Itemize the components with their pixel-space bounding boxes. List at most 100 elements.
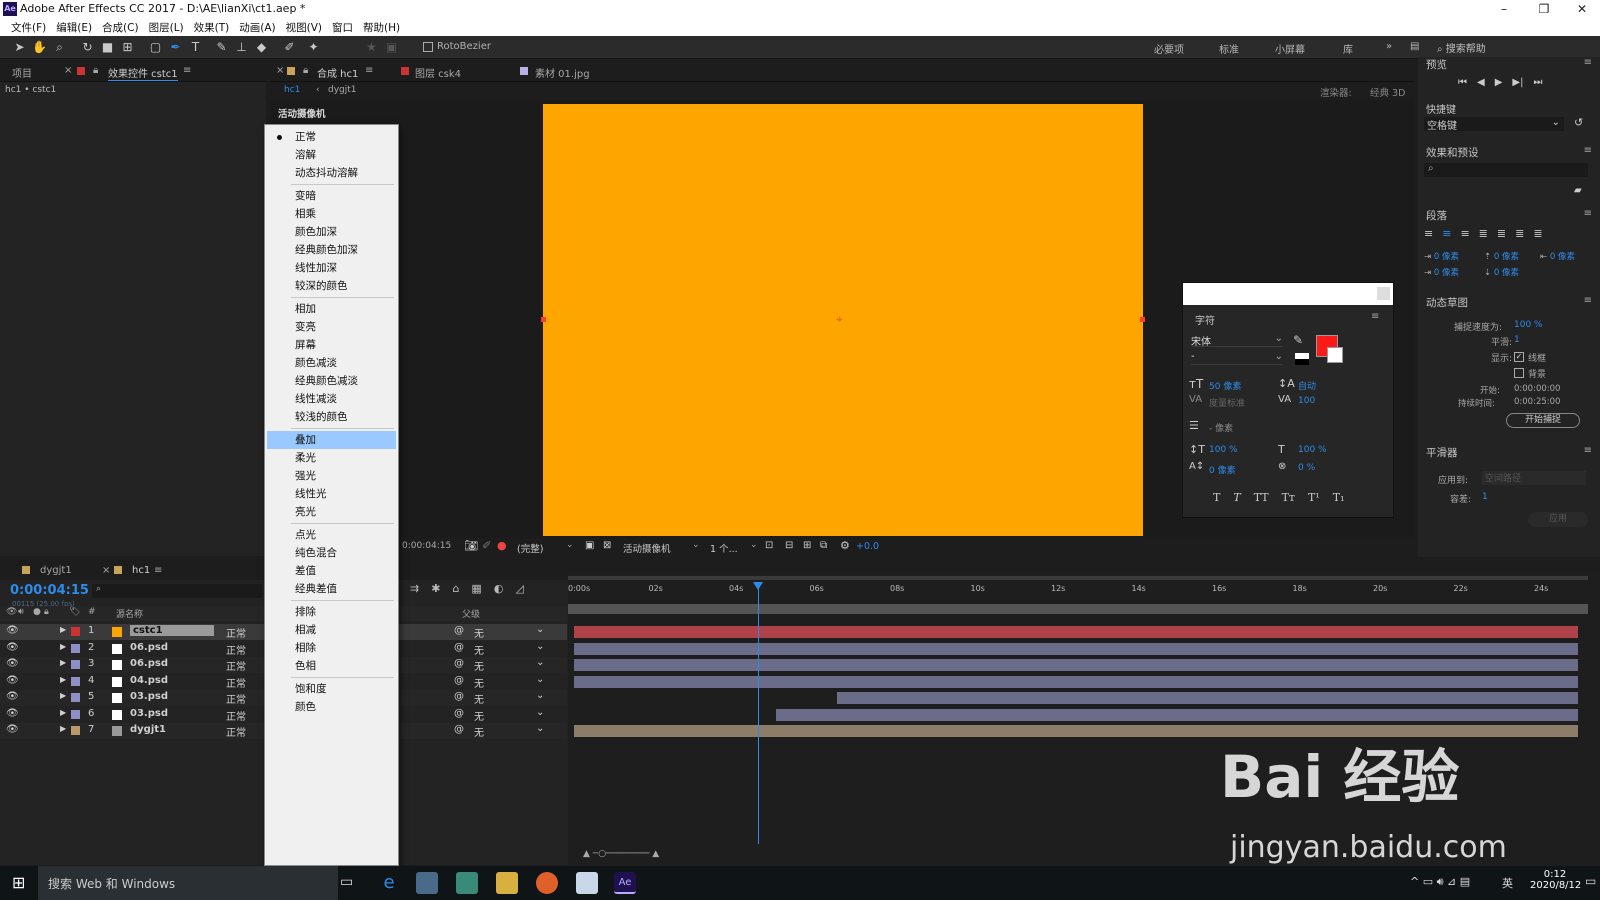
blend-mode-option[interactable]: 颜色: [267, 698, 396, 716]
expand-triangle-icon[interactable]: ▶: [60, 724, 66, 733]
parent-pickwhip-icon[interactable]: @: [454, 625, 464, 636]
toggle-pixel-aspect-icon[interactable]: ⊡: [765, 540, 773, 551]
playhead-handle[interactable]: [753, 582, 763, 590]
exposure-value[interactable]: +0.0: [856, 541, 879, 552]
tolerance-value[interactable]: 1: [1482, 492, 1488, 502]
tab-footage-01[interactable]: 素材 01.jpg: [535, 65, 590, 80]
horizontal-scale-value[interactable]: 100 %: [1298, 445, 1327, 455]
panel-menu-icon[interactable]: ≡: [1584, 145, 1592, 156]
puppet-pin-tool-icon[interactable]: ✦: [306, 40, 321, 55]
blend-mode-option[interactable]: 屏幕: [267, 336, 396, 354]
current-time[interactable]: 0:00:04:15: [10, 583, 89, 598]
shortcut-select[interactable]: 空格键 ⌄: [1424, 117, 1564, 132]
flowchart-icon[interactable]: ⧉: [820, 540, 827, 551]
smoothing-value[interactable]: 1: [1514, 335, 1520, 345]
app-icon-3[interactable]: [576, 872, 598, 894]
parent-pickwhip-icon[interactable]: @: [454, 675, 464, 686]
blend-mode-option[interactable]: 较浅的颜色: [267, 408, 396, 426]
blend-mode-option[interactable]: 变暗: [267, 187, 396, 205]
workspace-small-screen[interactable]: 小屏幕: [1275, 41, 1305, 56]
tracking-value[interactable]: 100: [1298, 396, 1315, 406]
blend-mode-option[interactable]: 相加: [267, 300, 396, 318]
show-snapshot-icon[interactable]: ✐: [482, 539, 491, 552]
font-style-select[interactable]: - ⌄: [1191, 351, 1283, 365]
panel-menu-icon[interactable]: ≡: [1584, 57, 1592, 68]
tab-effect-controls[interactable]: 效果控件 cstc1: [108, 65, 178, 81]
expand-triangle-icon[interactable]: ▶: [60, 658, 66, 667]
notification-icon[interactable]: ▭: [1585, 874, 1596, 888]
layer-parent[interactable]: 无: [474, 708, 484, 723]
channel-icon[interactable]: ●: [497, 539, 507, 552]
menu-composition[interactable]: 合成(C): [97, 18, 144, 36]
menu-window[interactable]: 窗口: [327, 18, 358, 36]
blend-mode-option[interactable]: 溶解: [267, 146, 396, 164]
camera-tool-icon[interactable]: ■: [100, 40, 115, 55]
layer-duration-bar[interactable]: [574, 642, 1578, 655]
panel-menu-icon[interactable]: ≡: [1584, 445, 1592, 456]
font-family-select[interactable]: 宋体 ⌄: [1191, 333, 1283, 348]
panel-menu-icon[interactable]: ≡: [1584, 295, 1592, 306]
play-icon[interactable]: ▶: [1495, 77, 1503, 88]
brush-tool-icon[interactable]: ✎: [214, 40, 229, 55]
transparency-grid-icon[interactable]: ⊠: [603, 540, 611, 551]
justify-all-icon[interactable]: ≣: [1533, 227, 1542, 240]
prev-frame-icon[interactable]: ◀: [1477, 77, 1485, 88]
close-icon[interactable]: ×: [276, 65, 284, 76]
eyedropper-icon[interactable]: ✎: [1293, 333, 1303, 347]
layer-name[interactable]: 06.psd: [130, 658, 168, 669]
new-folder-icon[interactable]: ▰: [1574, 185, 1582, 196]
blend-mode-option[interactable]: 饱和度: [267, 680, 396, 698]
tab-hc1[interactable]: hc1: [132, 565, 150, 576]
timeline-icon[interactable]: ⊞: [803, 540, 811, 551]
edge-icon[interactable]: e: [378, 872, 400, 894]
blend-mode-option[interactable]: 亮光: [267, 503, 396, 521]
blend-mode-option[interactable]: 经典颜色加深: [267, 241, 396, 259]
justify-right-icon[interactable]: ≣: [1515, 227, 1524, 240]
space-after-value[interactable]: ⇣ 0 像素: [1484, 266, 1519, 278]
eye-icon[interactable]: 👁︎: [6, 675, 19, 686]
layer-parent[interactable]: 无: [474, 658, 484, 673]
label-color-icon[interactable]: [71, 627, 80, 636]
first-line-indent-value[interactable]: ⇥ 0 像素: [1424, 266, 1459, 278]
anchor-point-icon[interactable]: ⌖: [836, 312, 843, 327]
layer-parent[interactable]: 无: [474, 675, 484, 690]
snapshot-icon[interactable]: 📷︎: [464, 539, 478, 552]
blend-mode-option[interactable]: 差值: [267, 562, 396, 580]
blend-mode-option[interactable]: 色相: [267, 657, 396, 675]
expand-triangle-icon[interactable]: ▶: [60, 691, 66, 700]
kerning-value[interactable]: 度量标准: [1209, 396, 1245, 409]
menu-edit[interactable]: 编辑(E): [51, 18, 97, 36]
eye-icon[interactable]: 👁︎: [6, 658, 19, 669]
effects-search-input[interactable]: ⌕: [1424, 163, 1588, 177]
panel-menu-icon[interactable]: ≡: [154, 565, 162, 576]
align-left-icon[interactable]: ≡: [1424, 227, 1433, 240]
layer-mode[interactable]: 正常: [226, 625, 246, 640]
right-handle[interactable]: [1140, 317, 1145, 322]
zoom-slider[interactable]: ▲ ─○──────── ▲: [583, 849, 659, 859]
layer-duration-bar[interactable]: [836, 692, 1578, 704]
subtab-dygjt1[interactable]: dygjt1: [328, 85, 357, 95]
workspace-overflow-icon[interactable]: »: [1386, 41, 1392, 52]
taskbar-search[interactable]: 搜索 Web 和 Windows: [38, 866, 338, 900]
blend-mode-option[interactable]: 相除: [267, 639, 396, 657]
menu-effect[interactable]: 效果(T): [189, 18, 235, 36]
graph-editor-icon[interactable]: ◿: [515, 582, 523, 595]
faux-italic-button[interactable]: T: [1233, 491, 1240, 504]
app-icon-2[interactable]: [456, 872, 478, 894]
parent-pickwhip-icon[interactable]: @: [454, 658, 464, 669]
work-area-range[interactable]: [568, 604, 1588, 614]
layer-parent[interactable]: 无: [474, 625, 484, 640]
next-frame-icon[interactable]: ▶|: [1512, 77, 1523, 88]
blend-mode-option[interactable]: 强光: [267, 467, 396, 485]
lock-icon[interactable]: 🔒︎: [303, 65, 308, 76]
layer-parent[interactable]: 无: [474, 642, 484, 657]
zoom-tool-icon[interactable]: ⌕: [52, 40, 67, 55]
layer-mode[interactable]: 正常: [226, 675, 246, 690]
parent-pickwhip-icon[interactable]: @: [454, 708, 464, 719]
eye-icon[interactable]: 👁︎: [6, 642, 19, 653]
vertical-scale-value[interactable]: 100 %: [1209, 445, 1238, 455]
blend-mode-option[interactable]: 较深的颜色: [267, 277, 396, 295]
parent-pickwhip-icon[interactable]: @: [454, 642, 464, 653]
all-caps-button[interactable]: TT: [1254, 491, 1269, 504]
layer-name[interactable]: 03.psd: [130, 708, 168, 719]
